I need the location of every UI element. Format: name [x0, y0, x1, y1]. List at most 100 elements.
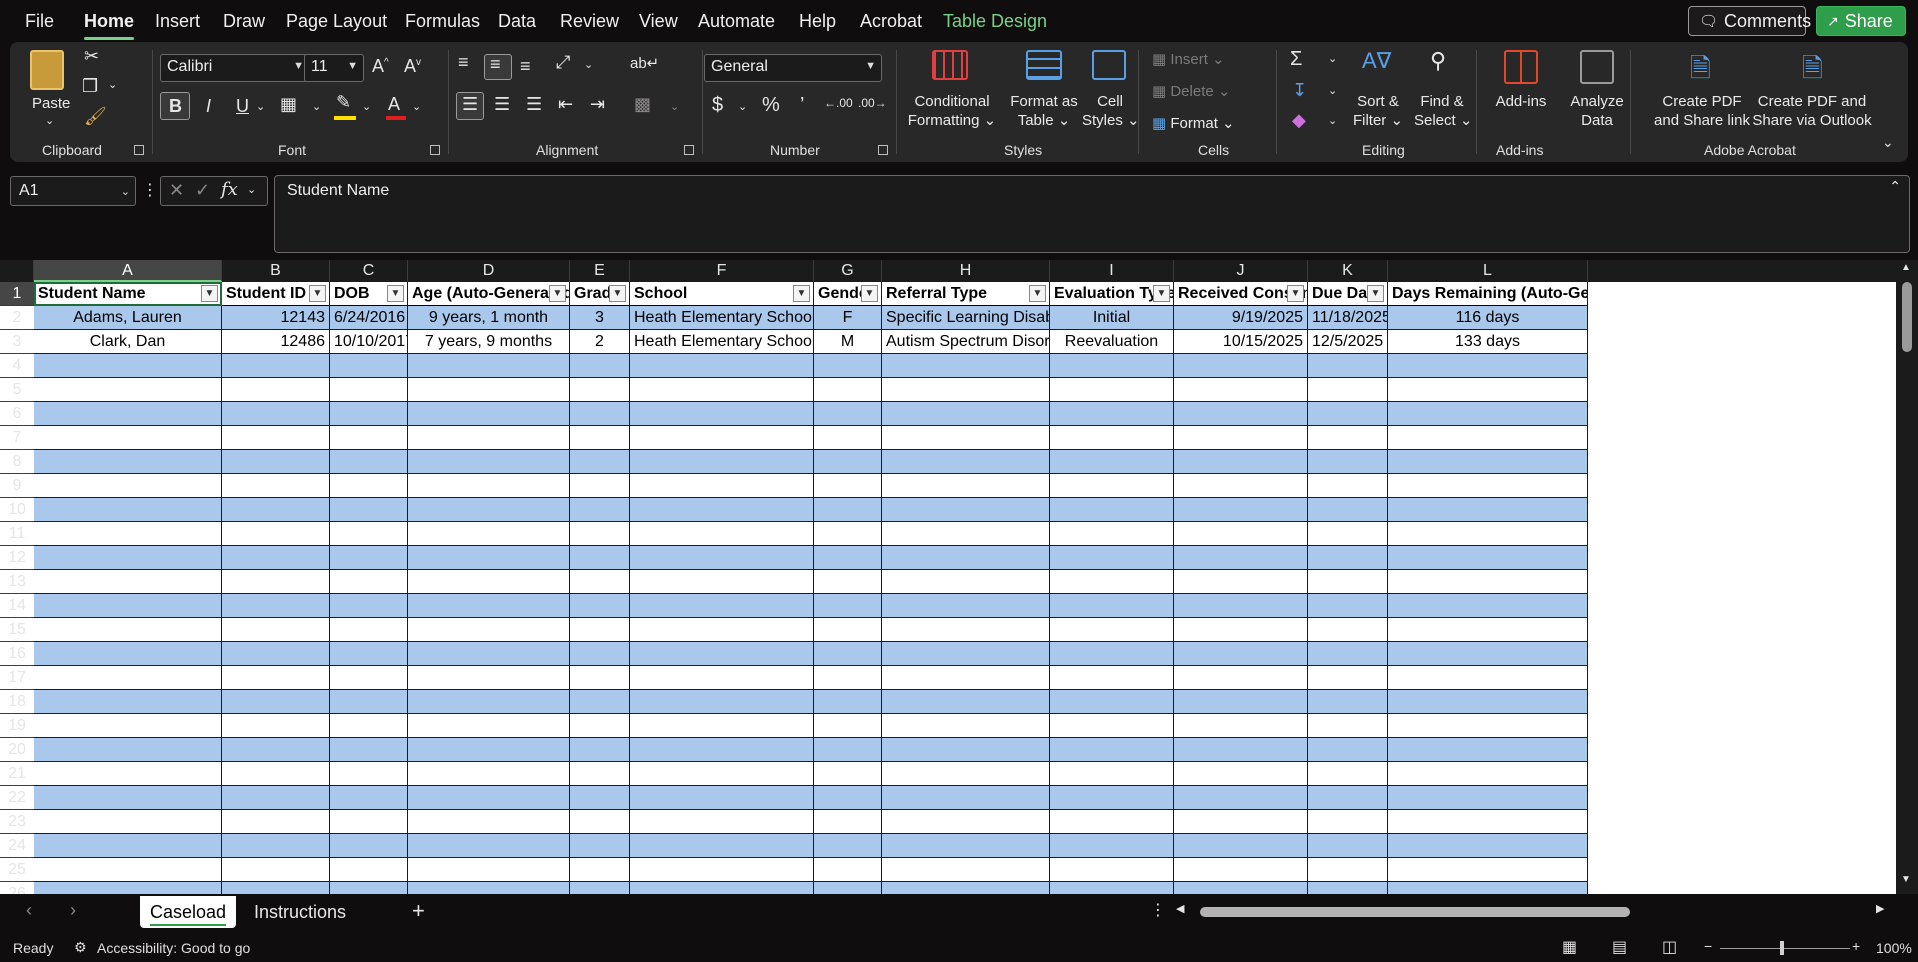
- table-cell[interactable]: Initial: [1050, 306, 1174, 330]
- table-cell[interactable]: [882, 594, 1050, 618]
- table-cell[interactable]: [1388, 666, 1588, 690]
- table-header-cell[interactable]: Student Name ▼: [34, 282, 222, 306]
- table-cell[interactable]: [882, 690, 1050, 714]
- table-cell[interactable]: [882, 498, 1050, 522]
- table-cell[interactable]: [814, 450, 882, 474]
- table-header-cell[interactable]: Grade ▼: [570, 282, 630, 306]
- more-options-icon[interactable]: ⋮: [142, 180, 158, 200]
- table-cell[interactable]: [330, 498, 408, 522]
- share-button[interactable]: ↗ Share: [1816, 6, 1906, 36]
- underline-icon[interactable]: U: [236, 96, 249, 117]
- table-cell[interactable]: 10/10/2017: [330, 330, 408, 354]
- table-cell[interactable]: [814, 786, 882, 810]
- format-painter-icon[interactable]: 🖌: [84, 106, 107, 127]
- normal-view-icon[interactable]: ▦: [1562, 937, 1577, 957]
- table-cell[interactable]: [34, 402, 222, 426]
- row-header[interactable]: 10: [0, 498, 34, 522]
- add-ins-button[interactable]: Add-ins: [1494, 92, 1548, 111]
- table-cell[interactable]: [1388, 402, 1588, 426]
- row-header[interactable]: 26: [0, 882, 34, 894]
- table-cell[interactable]: 12/5/2025: [1308, 330, 1388, 354]
- table-cell[interactable]: [570, 546, 630, 570]
- sheet-options-icon[interactable]: ⋮: [1150, 900, 1166, 920]
- table-cell[interactable]: [630, 786, 814, 810]
- table-cell[interactable]: [330, 354, 408, 378]
- table-cell[interactable]: [1174, 378, 1308, 402]
- table-cell[interactable]: [814, 858, 882, 882]
- increase-decimal-icon[interactable]: ←.00: [824, 96, 853, 110]
- table-header-cell[interactable]: Evaluation Type ▼: [1050, 282, 1174, 306]
- table-cell[interactable]: [1308, 546, 1388, 570]
- table-cell[interactable]: [1388, 882, 1588, 894]
- table-cell[interactable]: [882, 354, 1050, 378]
- autosum-dropdown-icon[interactable]: ⌄: [1328, 52, 1337, 65]
- filter-dropdown-icon[interactable]: ▼: [793, 285, 810, 302]
- prev-sheet-icon[interactable]: ‹: [26, 900, 32, 921]
- font-size-dropdown[interactable]: 11 ▼: [304, 54, 364, 82]
- table-cell[interactable]: [222, 786, 330, 810]
- copy-icon[interactable]: ❐: [82, 76, 98, 97]
- table-cell[interactable]: [34, 786, 222, 810]
- decrease-decimal-icon[interactable]: .00→: [858, 96, 887, 110]
- scroll-down-icon[interactable]: ▼: [1901, 874, 1911, 885]
- decrease-font-icon[interactable]: Av: [404, 56, 421, 77]
- column-header-k[interactable]: K: [1308, 260, 1388, 282]
- table-cell[interactable]: [34, 498, 222, 522]
- table-cell[interactable]: [408, 402, 570, 426]
- column-header-b[interactable]: B: [222, 260, 330, 282]
- table-cell[interactable]: [1388, 834, 1588, 858]
- column-header-j[interactable]: J: [1174, 260, 1308, 282]
- table-cell[interactable]: [814, 378, 882, 402]
- table-cell[interactable]: [630, 714, 814, 738]
- table-cell[interactable]: [570, 426, 630, 450]
- table-cell[interactable]: [1388, 570, 1588, 594]
- table-cell[interactable]: [222, 594, 330, 618]
- sort-filter-icon[interactable]: A∇: [1362, 48, 1391, 74]
- table-cell[interactable]: [630, 810, 814, 834]
- table-cell[interactable]: [882, 786, 1050, 810]
- table-cell[interactable]: [1388, 354, 1588, 378]
- font-color-dropdown-icon[interactable]: ⌄: [412, 100, 421, 113]
- table-cell[interactable]: [34, 378, 222, 402]
- row-header[interactable]: 12: [0, 546, 34, 570]
- menu-draw[interactable]: Draw: [223, 11, 265, 32]
- increase-indent-icon[interactable]: ⇥: [590, 94, 605, 115]
- table-cell[interactable]: [882, 882, 1050, 894]
- table-cell[interactable]: [1050, 618, 1174, 642]
- row-header[interactable]: 23: [0, 810, 34, 834]
- filter-dropdown-icon[interactable]: ▼: [1367, 285, 1384, 302]
- filter-dropdown-icon[interactable]: ▼: [201, 285, 218, 302]
- menu-home[interactable]: Home: [84, 11, 135, 40]
- font-color-icon[interactable]: A: [388, 94, 400, 115]
- cut-icon[interactable]: ✂: [84, 46, 99, 67]
- table-cell[interactable]: [882, 426, 1050, 450]
- table-cell[interactable]: [1308, 762, 1388, 786]
- borders-dropdown-icon[interactable]: ⌄: [312, 100, 321, 113]
- table-header-cell[interactable]: Age (Auto-Generated) ▼: [408, 282, 570, 306]
- table-cell[interactable]: [1308, 690, 1388, 714]
- row-header[interactable]: 15: [0, 618, 34, 642]
- align-top-icon[interactable]: ≡: [458, 52, 469, 73]
- paste-icon[interactable]: [30, 50, 64, 90]
- table-cell[interactable]: [1308, 714, 1388, 738]
- row-header[interactable]: 9: [0, 474, 34, 498]
- table-cell[interactable]: [882, 810, 1050, 834]
- table-cell[interactable]: [1174, 690, 1308, 714]
- table-cell[interactable]: [1050, 642, 1174, 666]
- table-cell[interactable]: Heath Elementary School: [630, 306, 814, 330]
- table-cell[interactable]: [814, 618, 882, 642]
- table-cell[interactable]: [408, 714, 570, 738]
- table-cell[interactable]: [570, 786, 630, 810]
- table-cell[interactable]: [1308, 354, 1388, 378]
- create-pdf-share-outlook-button[interactable]: Create PDF and Share via Outlook: [1750, 92, 1874, 130]
- table-cell[interactable]: [1174, 354, 1308, 378]
- menu-review[interactable]: Review: [560, 11, 619, 32]
- select-all-corner[interactable]: [0, 260, 34, 282]
- table-cell[interactable]: [814, 570, 882, 594]
- row-header[interactable]: 21: [0, 762, 34, 786]
- table-cell[interactable]: [630, 570, 814, 594]
- table-cell[interactable]: [222, 858, 330, 882]
- vertical-scrollbar[interactable]: ▲ ▼: [1896, 260, 1918, 894]
- table-cell[interactable]: [330, 738, 408, 762]
- table-cell[interactable]: [570, 642, 630, 666]
